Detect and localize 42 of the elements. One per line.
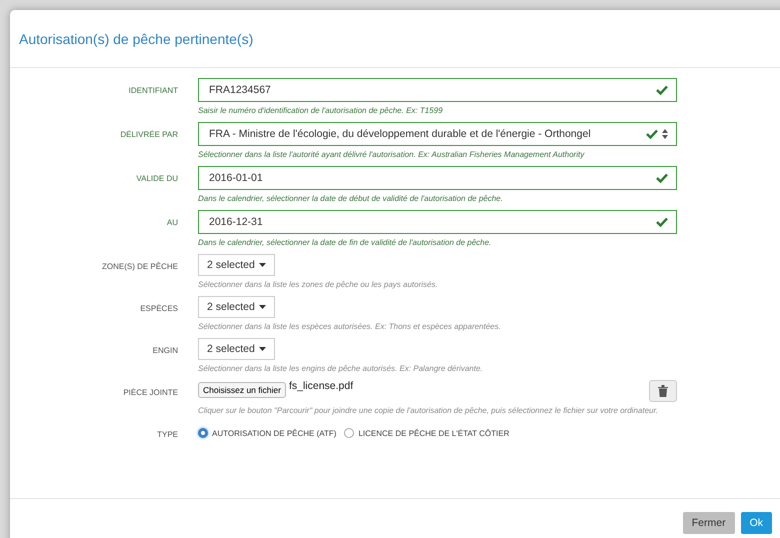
field-label: ZONE(S) DE PÊCHE: [100, 261, 179, 273]
help-text: Sélectionner dans la liste les engins de pêche autorisés. Ex: Palangre dérivante.: [198, 363, 484, 374]
check-icon: [656, 173, 668, 183]
choose-file-button[interactable]: Choisissez un fichier: [198, 382, 286, 398]
input-field[interactable]: 2016-12-31: [198, 210, 677, 234]
field-label: AU: [166, 217, 179, 229]
field-label: PIÈCE JOINTE: [122, 387, 179, 399]
multiselect-dropdown[interactable]: 2 selected: [198, 254, 275, 276]
multiselect-dropdown[interactable]: 2 selected: [198, 338, 275, 360]
field-label: DÉLIVRÉE PAR: [119, 129, 179, 141]
field-label: ESPÈCES: [139, 303, 179, 315]
dialog-title: Autorisation(s) de pêche pertinente(s): [19, 30, 254, 46]
radio-label: LICENCE DE PÊCHE DE L'ÉTAT CÔTIER: [358, 428, 510, 438]
caret-icon: [258, 305, 266, 309]
radio-label: AUTORISATION DE PÊCHE (ATF): [212, 428, 336, 438]
updown-icon: [662, 129, 668, 139]
help-text: Dans le calendrier, sélectionner la date de fin de validité de l'autorisation de pêche.: [198, 237, 492, 248]
trash-icon: [658, 385, 668, 397]
help-text: Sélectionner dans la liste l'autorité ayant délivré l'autorisation. Ex: Australian Fisheries Management Authority: [198, 149, 586, 160]
delete-button[interactable]: [649, 380, 677, 402]
close-button[interactable]: Fermer: [682, 512, 735, 534]
help-text: Sélectionner dans la liste les zones de pêche ou les pays autorisés.: [198, 279, 439, 290]
help-text: Saisir le numéro d'identification de l'autorisation de pêche. Ex: T1599: [198, 105, 444, 116]
check-icon: [656, 217, 668, 227]
check-icon: [646, 129, 658, 139]
field-label: IDENTIFIANT: [128, 85, 179, 97]
field-label: ENGIN: [152, 345, 179, 357]
field-label: VALIDE DU: [135, 173, 179, 185]
input-field[interactable]: 2016-01-01: [198, 166, 677, 190]
radio-option[interactable]: LICENCE DE PÊCHE DE L'ÉTAT CÔTIER: [344, 428, 510, 438]
help-text: Sélectionner dans la liste les espèces autorisées. Ex: Thons et espèces apparentées.: [198, 321, 502, 332]
field-label: TYPE: [156, 429, 179, 439]
check-icon: [656, 85, 668, 95]
select-field[interactable]: FRA - Ministre de l'écologie, du développement durable et de l'énergie - Orthongel: [198, 122, 677, 146]
help-text: Dans le calendrier, sélectionner la date de début de validité de l'autorisation de pêche.: [198, 193, 504, 204]
caret-icon: [258, 263, 266, 267]
input-field[interactable]: FRA1234567: [198, 78, 677, 102]
multiselect-dropdown[interactable]: 2 selected: [198, 296, 275, 318]
caret-icon: [258, 347, 266, 351]
file-name: fs_license.pdf: [288, 380, 354, 392]
radio-option[interactable]: AUTORISATION DE PÊCHE (ATF): [198, 428, 336, 438]
help-text: Cliquer sur le bouton "Parcourir" pour joindre une copie de l'autorisation de pêche, puis sélectionnez le fichier sur votre ordinateur.: [198, 405, 660, 416]
